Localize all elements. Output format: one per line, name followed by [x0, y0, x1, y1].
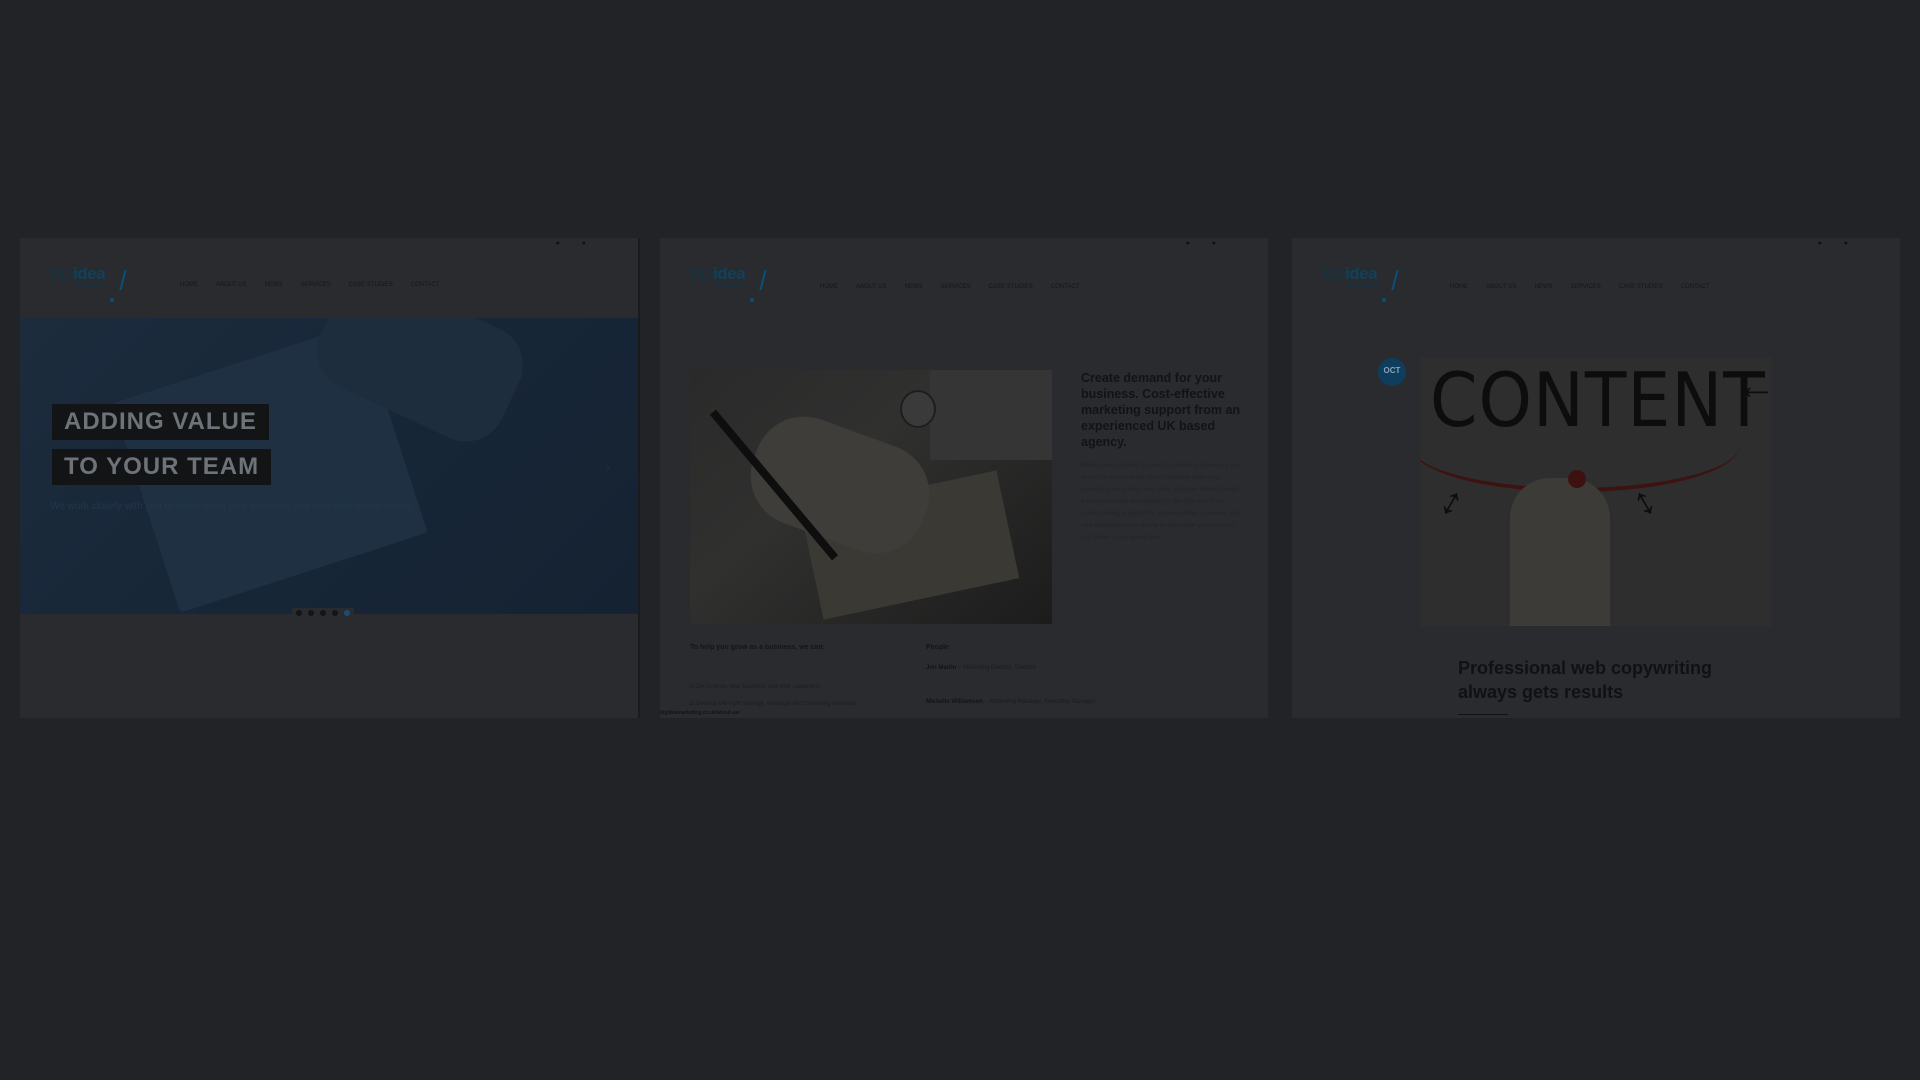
people-heading: People: [926, 644, 949, 651]
social-icons[interactable]: ● ●: [556, 240, 596, 247]
nav-item-about-us[interactable]: ABOUT US: [856, 284, 887, 290]
hero-slider: ADDING VALUE TO YOUR TEAM We work closel…: [20, 318, 638, 614]
slider-dots: [292, 608, 354, 618]
nav-item-about-us[interactable]: ABOUT US: [1486, 284, 1517, 290]
nav-item-about-us[interactable]: ABOUT US: [216, 282, 247, 288]
about-body-text: When you're planning to invest in market…: [1081, 463, 1240, 541]
logo-idea: idea: [1345, 264, 1378, 283]
nav-item-news[interactable]: NEWS: [905, 284, 923, 290]
logo-subtitle: Marketing: [1348, 282, 1379, 289]
nav-item-contact[interactable]: CONTACT: [1681, 284, 1710, 290]
slider-dot[interactable]: [332, 610, 338, 616]
screenshot-news-page: ● ● Bigidea Marketing HOME ABOUT US NEWS…: [1292, 238, 1900, 718]
nav-item-services[interactable]: SERVICES: [1571, 284, 1601, 290]
logo-big: Big: [50, 264, 74, 283]
hero-headline-line-2: TO YOUR TEAM: [52, 449, 272, 485]
nav-item-case-studies[interactable]: CASE STUDIES: [989, 284, 1033, 290]
nav-item-services[interactable]: SERVICES: [301, 282, 331, 288]
photo-watch: [900, 390, 936, 428]
news-image[interactable]: CONTENT ← ↔ ↔: [1420, 358, 1772, 626]
person-role: – Marketing Director, Director: [958, 665, 1037, 671]
nav-item-services[interactable]: SERVICES: [941, 284, 971, 290]
main-nav: HOME ABOUT US NEWS SERVICES CASE STUDIES…: [1450, 284, 1709, 290]
logo-dot-icon: [750, 298, 754, 302]
nav-item-contact[interactable]: CONTACT: [1051, 284, 1080, 290]
nav-item-home[interactable]: HOME: [180, 282, 198, 288]
image-marker: [1568, 470, 1586, 488]
logo-big: Big: [690, 264, 714, 283]
nav-item-home[interactable]: HOME: [820, 284, 838, 290]
person-entry: Michelle Williamson – Marketing Manager,…: [926, 696, 1096, 708]
divider: [1458, 714, 1508, 715]
logo-subtitle: Marketing: [76, 282, 107, 289]
logo-dot-icon: [110, 298, 114, 302]
list-item-text: Develop the right strategy, message and …: [695, 701, 857, 707]
slider-dot[interactable]: [308, 610, 314, 616]
main-nav: HOME ABOUT US NEWS SERVICES CASE STUDIES…: [180, 282, 439, 288]
list-item: ◘ Get to know your business and your cus…: [690, 684, 821, 690]
slider-dot-active[interactable]: [344, 610, 350, 616]
logo[interactable]: Bigidea Marketing: [690, 264, 770, 302]
footer-url[interactable]: bigideamarketing.co.uk/about-us/: [660, 710, 740, 716]
about-photo: [690, 370, 1052, 624]
person-entry: Jon Martin – Marketing Director, Directo…: [926, 662, 1036, 674]
logo-swoosh-icon: [1387, 270, 1399, 290]
image-hand: [1510, 478, 1610, 626]
logo-big: Big: [1322, 264, 1346, 283]
nav-item-home[interactable]: HOME: [1450, 284, 1468, 290]
logo-swoosh-icon: [755, 270, 767, 290]
about-heading: Create demand for your business. Cost-ef…: [1081, 371, 1241, 449]
main-nav: HOME ABOUT US NEWS SERVICES CASE STUDIES…: [820, 284, 1079, 290]
slider-next-icon[interactable]: ›: [605, 458, 610, 474]
slider-dot[interactable]: [296, 610, 302, 616]
post-title[interactable]: Professional web copywriting always gets…: [1458, 656, 1748, 704]
logo-idea: idea: [713, 264, 746, 283]
list-item: ◘ Develop the right strategy, message an…: [690, 701, 857, 707]
photo-cuff: [930, 370, 1052, 460]
slider-dot[interactable]: [320, 610, 326, 616]
logo-swoosh-icon: [115, 270, 127, 290]
hero-subline: We work closely with you to understand y…: [50, 501, 416, 512]
logo[interactable]: Bigidea Marketing: [50, 264, 130, 302]
nav-item-news[interactable]: NEWS: [1535, 284, 1553, 290]
nav-item-contact[interactable]: CONTACT: [411, 282, 440, 288]
social-icons[interactable]: ● ●: [1186, 240, 1226, 247]
logo-idea: idea: [73, 264, 106, 283]
person-role: – Marketing Manager, Executive Manager: [984, 699, 1096, 705]
nav-item-case-studies[interactable]: CASE STUDIES: [1619, 284, 1663, 290]
image-word: CONTENT: [1430, 358, 1766, 445]
screenshot-about-page: ● ● Bigidea Marketing HOME ABOUT US NEWS…: [660, 238, 1268, 718]
social-icons[interactable]: ● ●: [1818, 240, 1858, 247]
person-name: Michelle Williamson: [926, 699, 983, 705]
person-name: Jon Martin: [926, 665, 957, 671]
nav-item-news[interactable]: NEWS: [265, 282, 283, 288]
screenshot-homepage: ● ● Bigidea Marketing HOME ABOUT US NEWS…: [20, 238, 638, 718]
logo-dot-icon: [1382, 298, 1386, 302]
logo-subtitle: Marketing: [716, 282, 747, 289]
help-heading: To help you grow as a business, we can:: [690, 644, 825, 651]
list-item-text: Get to know your business and your custo…: [695, 684, 821, 690]
logo[interactable]: Bigidea Marketing: [1322, 264, 1402, 302]
divider: [638, 238, 640, 718]
arrow-left-icon: ←: [1736, 364, 1772, 408]
hero-headline-line-1: ADDING VALUE: [52, 404, 269, 440]
nav-item-case-studies[interactable]: CASE STUDIES: [349, 282, 393, 288]
date-badge: OCT: [1378, 358, 1406, 386]
